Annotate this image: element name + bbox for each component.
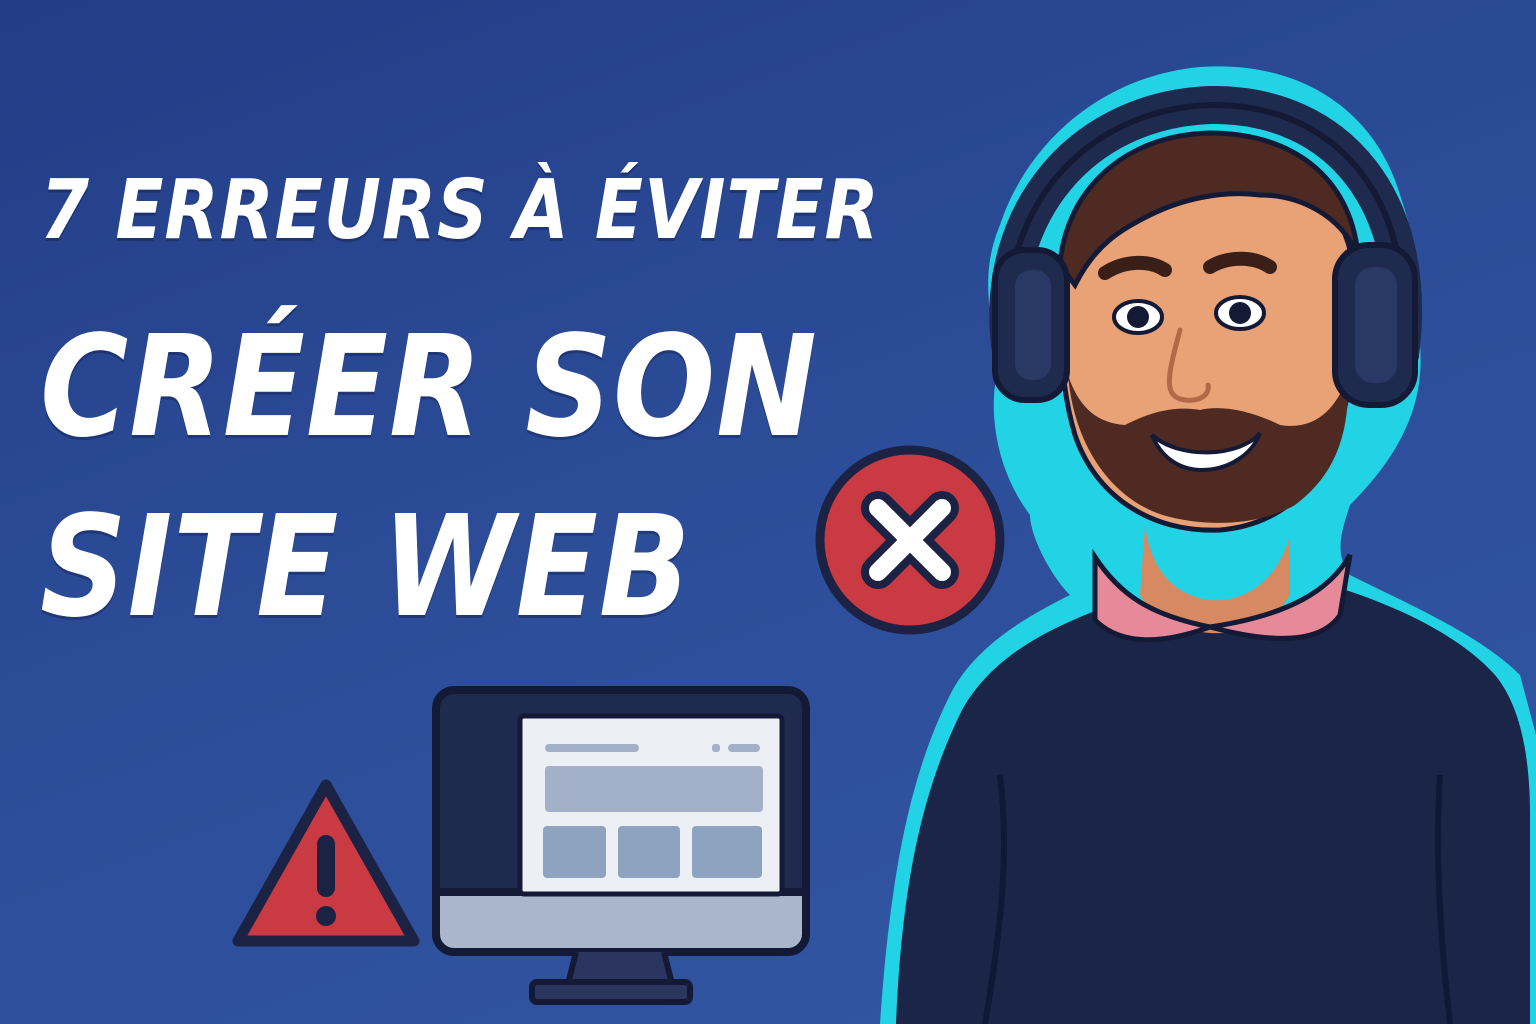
desktop-monitor-icon	[432, 686, 810, 1005]
thumbnail-canvas: 7 ERREURS À ÉVITER CRÉER SON SITE WEB	[0, 0, 1536, 1024]
avatar	[880, 66, 1536, 1024]
warning-triangle-icon	[232, 779, 420, 947]
headline-line-2: CRÉER SON	[40, 306, 818, 469]
headline-line-1: 7 ERREURS À ÉVITER	[40, 163, 880, 258]
headline-line-3: SITE WEB	[40, 486, 692, 649]
